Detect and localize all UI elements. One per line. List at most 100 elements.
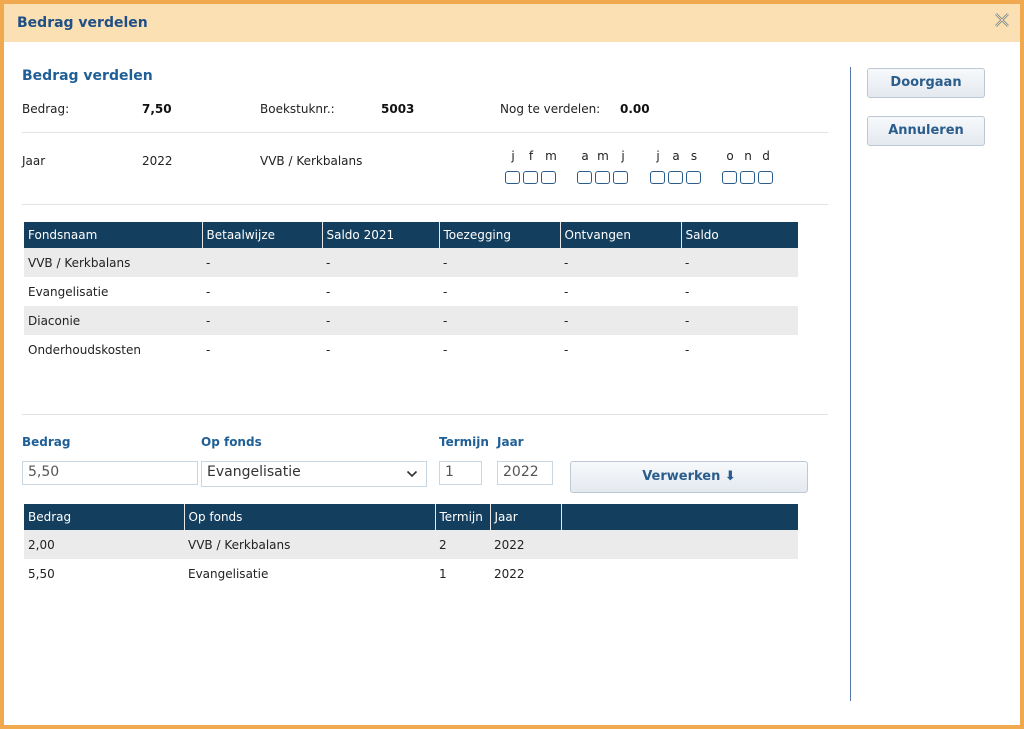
- window-title: Bedrag verdelen: [17, 15, 148, 31]
- table-cell: -: [564, 284, 569, 299]
- month-label: o: [726, 149, 734, 163]
- table-cell: -: [560, 306, 681, 335]
- table-cell: -: [206, 342, 211, 357]
- nog-te-verdelen-label: Nog te verdelen:: [500, 102, 601, 116]
- month-label: d: [762, 149, 770, 163]
- month-label: m: [597, 149, 609, 163]
- close-icon[interactable]: [994, 12, 1010, 28]
- table-cell: 2: [435, 530, 490, 559]
- boekstuk-value: 5003: [381, 102, 415, 116]
- form-fonds-label: Op fonds: [201, 435, 262, 449]
- table-cell: -: [681, 248, 798, 277]
- table-cell: -: [443, 342, 448, 357]
- month-checkbox[interactable]: [595, 171, 610, 184]
- table-cell: -: [326, 342, 331, 357]
- dialog-content: Bedrag verdelen Bedrag: 7,50 Boekstuknr.…: [4, 42, 1020, 725]
- table-cell: [561, 559, 798, 588]
- boekstuk-label: Boekstuknr.:: [260, 102, 335, 116]
- section-title: Bedrag verdelen: [22, 68, 153, 84]
- form-bedrag-label: Bedrag: [22, 435, 71, 449]
- column-header[interactable]: Saldo 2021: [322, 222, 440, 248]
- column-header[interactable]: Saldo: [681, 222, 798, 248]
- annuleren-button[interactable]: Annuleren: [867, 116, 985, 146]
- table-cell: Evangelisatie: [28, 284, 109, 299]
- divider: [22, 204, 828, 205]
- table-cell: -: [202, 248, 322, 277]
- table-cell: Diaconie: [24, 306, 202, 335]
- month-checkbox[interactable]: [686, 171, 701, 184]
- table-row[interactable]: 2,00 VVB / Kerkbalans 2 2022: [24, 530, 798, 559]
- table-cell: 1: [439, 566, 447, 581]
- month-checkbox[interactable]: [613, 171, 628, 184]
- month-label: a: [581, 149, 589, 163]
- table-cell: -: [685, 342, 690, 357]
- month-checkbox[interactable]: [505, 171, 520, 184]
- jaar-input[interactable]: 2022: [497, 461, 553, 485]
- jaar-value: 2022: [142, 154, 173, 168]
- table-row[interactable]: Diaconie - - - - -: [24, 306, 798, 335]
- table-cell: -: [443, 284, 448, 299]
- bedrag-input[interactable]: 5,50: [22, 461, 198, 485]
- funds-table: Fondsnaam Betaalwijze Saldo 2021 Toezegg…: [24, 222, 798, 364]
- month-checkbox[interactable]: [722, 171, 737, 184]
- month-checkbox[interactable]: [577, 171, 592, 184]
- table-cell: -: [206, 284, 211, 299]
- form-jaar-label: Jaar: [497, 435, 524, 449]
- fonds-select[interactable]: Evangelisatie: [201, 461, 427, 487]
- column-header[interactable]: Termijn: [435, 504, 491, 530]
- table-row[interactable]: Evangelisatie - - - - -: [24, 277, 798, 306]
- month-checkbox[interactable]: [740, 171, 755, 184]
- bedrag-label: Bedrag:: [22, 102, 70, 116]
- form-termijn-label: Termijn: [439, 435, 489, 449]
- table-cell: -: [322, 306, 439, 335]
- fonds-name: VVB / Kerkbalans: [260, 154, 363, 168]
- allocations-table: Bedrag Op fonds Termijn Jaar 2,00 VVB / …: [24, 504, 798, 588]
- jaar-label: Jaar: [22, 154, 46, 168]
- column-header[interactable]: Op fonds: [184, 504, 436, 530]
- table-row[interactable]: VVB / Kerkbalans - - - - -: [24, 248, 798, 277]
- funds-table-header: Fondsnaam Betaalwijze Saldo 2021 Toezegg…: [24, 222, 798, 248]
- table-row[interactable]: 5,50 Evangelisatie 1 2022: [24, 559, 798, 588]
- bedrag-value: 7,50: [142, 102, 172, 116]
- table-cell: -: [202, 306, 322, 335]
- table-cell: -: [560, 248, 681, 277]
- table-cell: 5,50: [28, 566, 55, 581]
- table-cell: -: [439, 306, 560, 335]
- divider: [22, 414, 828, 415]
- column-header[interactable]: Jaar: [490, 504, 562, 530]
- doorgaan-button[interactable]: Doorgaan: [867, 68, 985, 98]
- vertical-divider: [850, 67, 851, 701]
- month-checkbox[interactable]: [541, 171, 556, 184]
- nog-te-verdelen-value: 0.00: [620, 102, 650, 116]
- month-selector: j f m a m j j a s o n d: [505, 149, 780, 191]
- allocations-table-header: Bedrag Op fonds Termijn Jaar: [24, 504, 798, 530]
- month-checkbox[interactable]: [523, 171, 538, 184]
- termijn-input[interactable]: 1: [439, 461, 482, 485]
- month-checkbox[interactable]: [758, 171, 773, 184]
- dialog: Bedrag verdelen Bedrag verdelen Bedrag: …: [0, 0, 1024, 729]
- table-cell: VVB / Kerkbalans: [24, 248, 202, 277]
- table-cell: 2,00: [24, 530, 184, 559]
- month-checkbox[interactable]: [650, 171, 665, 184]
- month-label: n: [744, 149, 752, 163]
- column-header[interactable]: Ontvangen: [560, 222, 682, 248]
- month-checkbox[interactable]: [668, 171, 683, 184]
- table-row[interactable]: Onderhoudskosten - - - - -: [24, 335, 798, 364]
- column-header[interactable]: Fondsnaam: [24, 222, 203, 248]
- table-cell: [561, 530, 798, 559]
- table-cell: 2022: [490, 530, 561, 559]
- column-header: [561, 504, 798, 530]
- table-cell: Onderhoudskosten: [28, 342, 142, 357]
- chevron-down-icon: [406, 470, 418, 478]
- verwerken-button[interactable]: Verwerken ⬇: [570, 461, 808, 493]
- table-cell: 2022: [494, 566, 525, 581]
- table-cell: VVB / Kerkbalans: [184, 530, 435, 559]
- column-header[interactable]: Betaalwijze: [202, 222, 323, 248]
- table-cell: -: [439, 248, 560, 277]
- month-label: a: [672, 149, 680, 163]
- column-header[interactable]: Toezegging: [439, 222, 561, 248]
- column-header[interactable]: Bedrag: [24, 504, 185, 530]
- table-cell: -: [322, 248, 439, 277]
- table-cell: -: [681, 306, 798, 335]
- table-cell: -: [685, 284, 690, 299]
